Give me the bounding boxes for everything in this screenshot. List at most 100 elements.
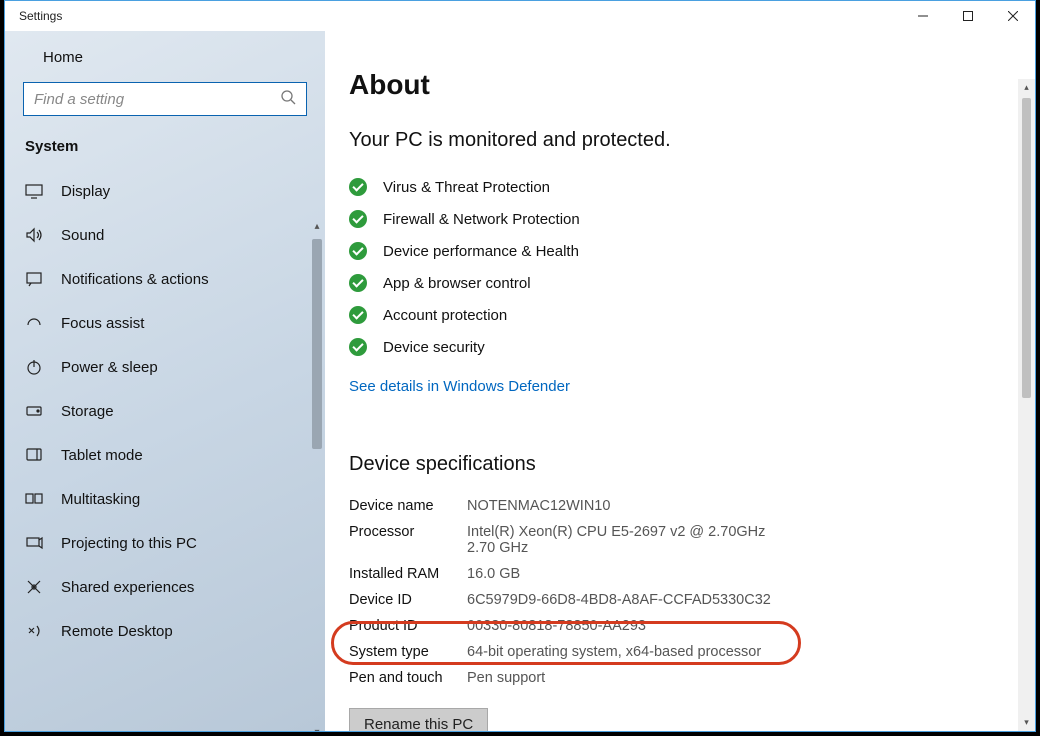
settings-window: Settings Home [4,0,1036,732]
status-item: Device performance & Health [349,242,998,260]
display-icon [25,182,43,200]
spec-value: NOTENMAC12WIN10 [467,498,610,514]
sidebar-item-multitasking[interactable]: Multitasking [5,477,325,521]
tablet-icon [25,446,43,464]
sidebar-item-label: Multitasking [61,491,140,508]
content-scroll: About Your PC is monitored and protected… [325,31,1018,731]
spec-value: Pen support [467,670,545,686]
scroll-thumb[interactable] [1022,98,1031,398]
scroll-down-icon[interactable]: ▾ [1018,714,1035,731]
status-label: Device performance & Health [383,243,579,260]
sidebar-item-label: Tablet mode [61,447,143,464]
status-label: Virus & Threat Protection [383,179,550,196]
spec-label: Device ID [349,592,467,608]
scroll-track[interactable] [309,235,325,727]
check-icon [349,242,367,260]
scroll-thumb[interactable] [312,239,322,449]
search-field[interactable] [34,91,280,108]
rename-pc-button[interactable]: Rename this PC [349,708,488,731]
sidebar-item-shared-experiences[interactable]: Shared experiences [5,565,325,609]
minimize-button[interactable] [900,1,945,31]
device-specs-list: Device nameNOTENMAC12WIN10 ProcessorInte… [349,498,998,686]
sidebar-item-display[interactable]: Display [5,169,325,213]
sidebar-item-remote-desktop[interactable]: Remote Desktop [5,609,325,653]
sidebar-nav-list: Display Sound Notifications & actions Fo… [5,169,325,653]
maximize-button[interactable] [945,1,990,31]
status-item: App & browser control [349,274,998,292]
sidebar-scrollbar[interactable]: ▴ ▾ [309,221,325,731]
power-icon [25,358,43,376]
sidebar-item-focus-assist[interactable]: Focus assist [5,301,325,345]
protection-status-list: Virus & Threat Protection Firewall & Net… [349,178,998,356]
spec-row-ram: Installed RAM16.0 GB [349,566,998,582]
spec-value: 6C5979D9-66D8-4BD8-A8AF-CCFAD5330C32 [467,592,771,608]
sidebar-item-label: Display [61,183,110,200]
sidebar-item-label: Shared experiences [61,579,194,596]
spec-label: Processor [349,524,467,556]
spec-row-system-type: System type64-bit operating system, x64-… [349,644,998,660]
home-label: Home [43,49,83,66]
status-item: Firewall & Network Protection [349,210,998,228]
sound-icon [25,226,43,244]
spec-row-pen-touch: Pen and touchPen support [349,670,998,686]
sidebar-item-sound[interactable]: Sound [5,213,325,257]
home-nav[interactable]: Home [5,37,325,78]
check-icon [349,178,367,196]
spec-value: 00330-80818-78850-AA293 [467,618,646,634]
status-label: App & browser control [383,275,531,292]
spec-value: 64-bit operating system, x64-based proce… [467,644,761,660]
spec-row-product-id: Product ID00330-80818-78850-AA293 [349,618,998,634]
check-icon [349,338,367,356]
status-label: Device security [383,339,485,356]
close-button[interactable] [990,1,1035,31]
focus-assist-icon [25,314,43,332]
check-icon [349,306,367,324]
check-icon [349,274,367,292]
spec-row-processor: ProcessorIntel(R) Xeon(R) CPU E5-2697 v2… [349,524,998,556]
window-title: Settings [5,9,900,23]
spec-label: Pen and touch [349,670,467,686]
spec-label: Product ID [349,618,467,634]
sidebar-item-label: Storage [61,403,114,420]
status-item: Device security [349,338,998,356]
spec-value: Intel(R) Xeon(R) CPU E5-2697 v2 @ 2.70GH… [467,524,787,556]
sidebar-item-label: Focus assist [61,315,144,332]
spec-value: 16.0 GB [467,566,520,582]
multitasking-icon [25,490,43,508]
notifications-icon [25,270,43,288]
search-wrap [5,78,325,132]
search-input[interactable] [23,82,307,116]
sidebar-item-label: Sound [61,227,104,244]
sidebar-item-projecting[interactable]: Projecting to this PC [5,521,325,565]
protection-heading: Your PC is monitored and protected. [349,129,998,152]
sidebar-item-storage[interactable]: Storage [5,389,325,433]
scroll-up-icon[interactable]: ▴ [1018,79,1035,96]
window-body: Home System Display Sound [5,31,1035,731]
sidebar-item-label: Remote Desktop [61,623,173,640]
scroll-down-icon[interactable]: ▾ [314,727,319,731]
sidebar: Home System Display Sound [5,31,325,731]
storage-icon [25,402,43,420]
scroll-up-icon[interactable]: ▴ [314,221,319,235]
sidebar-item-tablet-mode[interactable]: Tablet mode [5,433,325,477]
content-scrollbar[interactable]: ▴ ▾ [1018,79,1035,731]
projecting-icon [25,534,43,552]
sidebar-item-notifications[interactable]: Notifications & actions [5,257,325,301]
spec-label: System type [349,644,467,660]
search-icon [280,89,296,110]
spec-row-device-name: Device nameNOTENMAC12WIN10 [349,498,998,514]
spec-row-device-id: Device ID6C5979D9-66D8-4BD8-A8AF-CCFAD53… [349,592,998,608]
status-item: Virus & Threat Protection [349,178,998,196]
sidebar-item-label: Projecting to this PC [61,535,197,552]
spec-label: Device name [349,498,467,514]
status-label: Firewall & Network Protection [383,211,580,228]
page-title: About [349,69,998,101]
device-specs-title: Device specifications [349,453,998,476]
remote-desktop-icon [25,622,43,640]
status-label: Account protection [383,307,507,324]
defender-link[interactable]: See details in Windows Defender [349,378,570,395]
shared-icon [25,578,43,596]
sidebar-item-power-sleep[interactable]: Power & sleep [5,345,325,389]
spec-label: Installed RAM [349,566,467,582]
sidebar-item-label: Power & sleep [61,359,158,376]
